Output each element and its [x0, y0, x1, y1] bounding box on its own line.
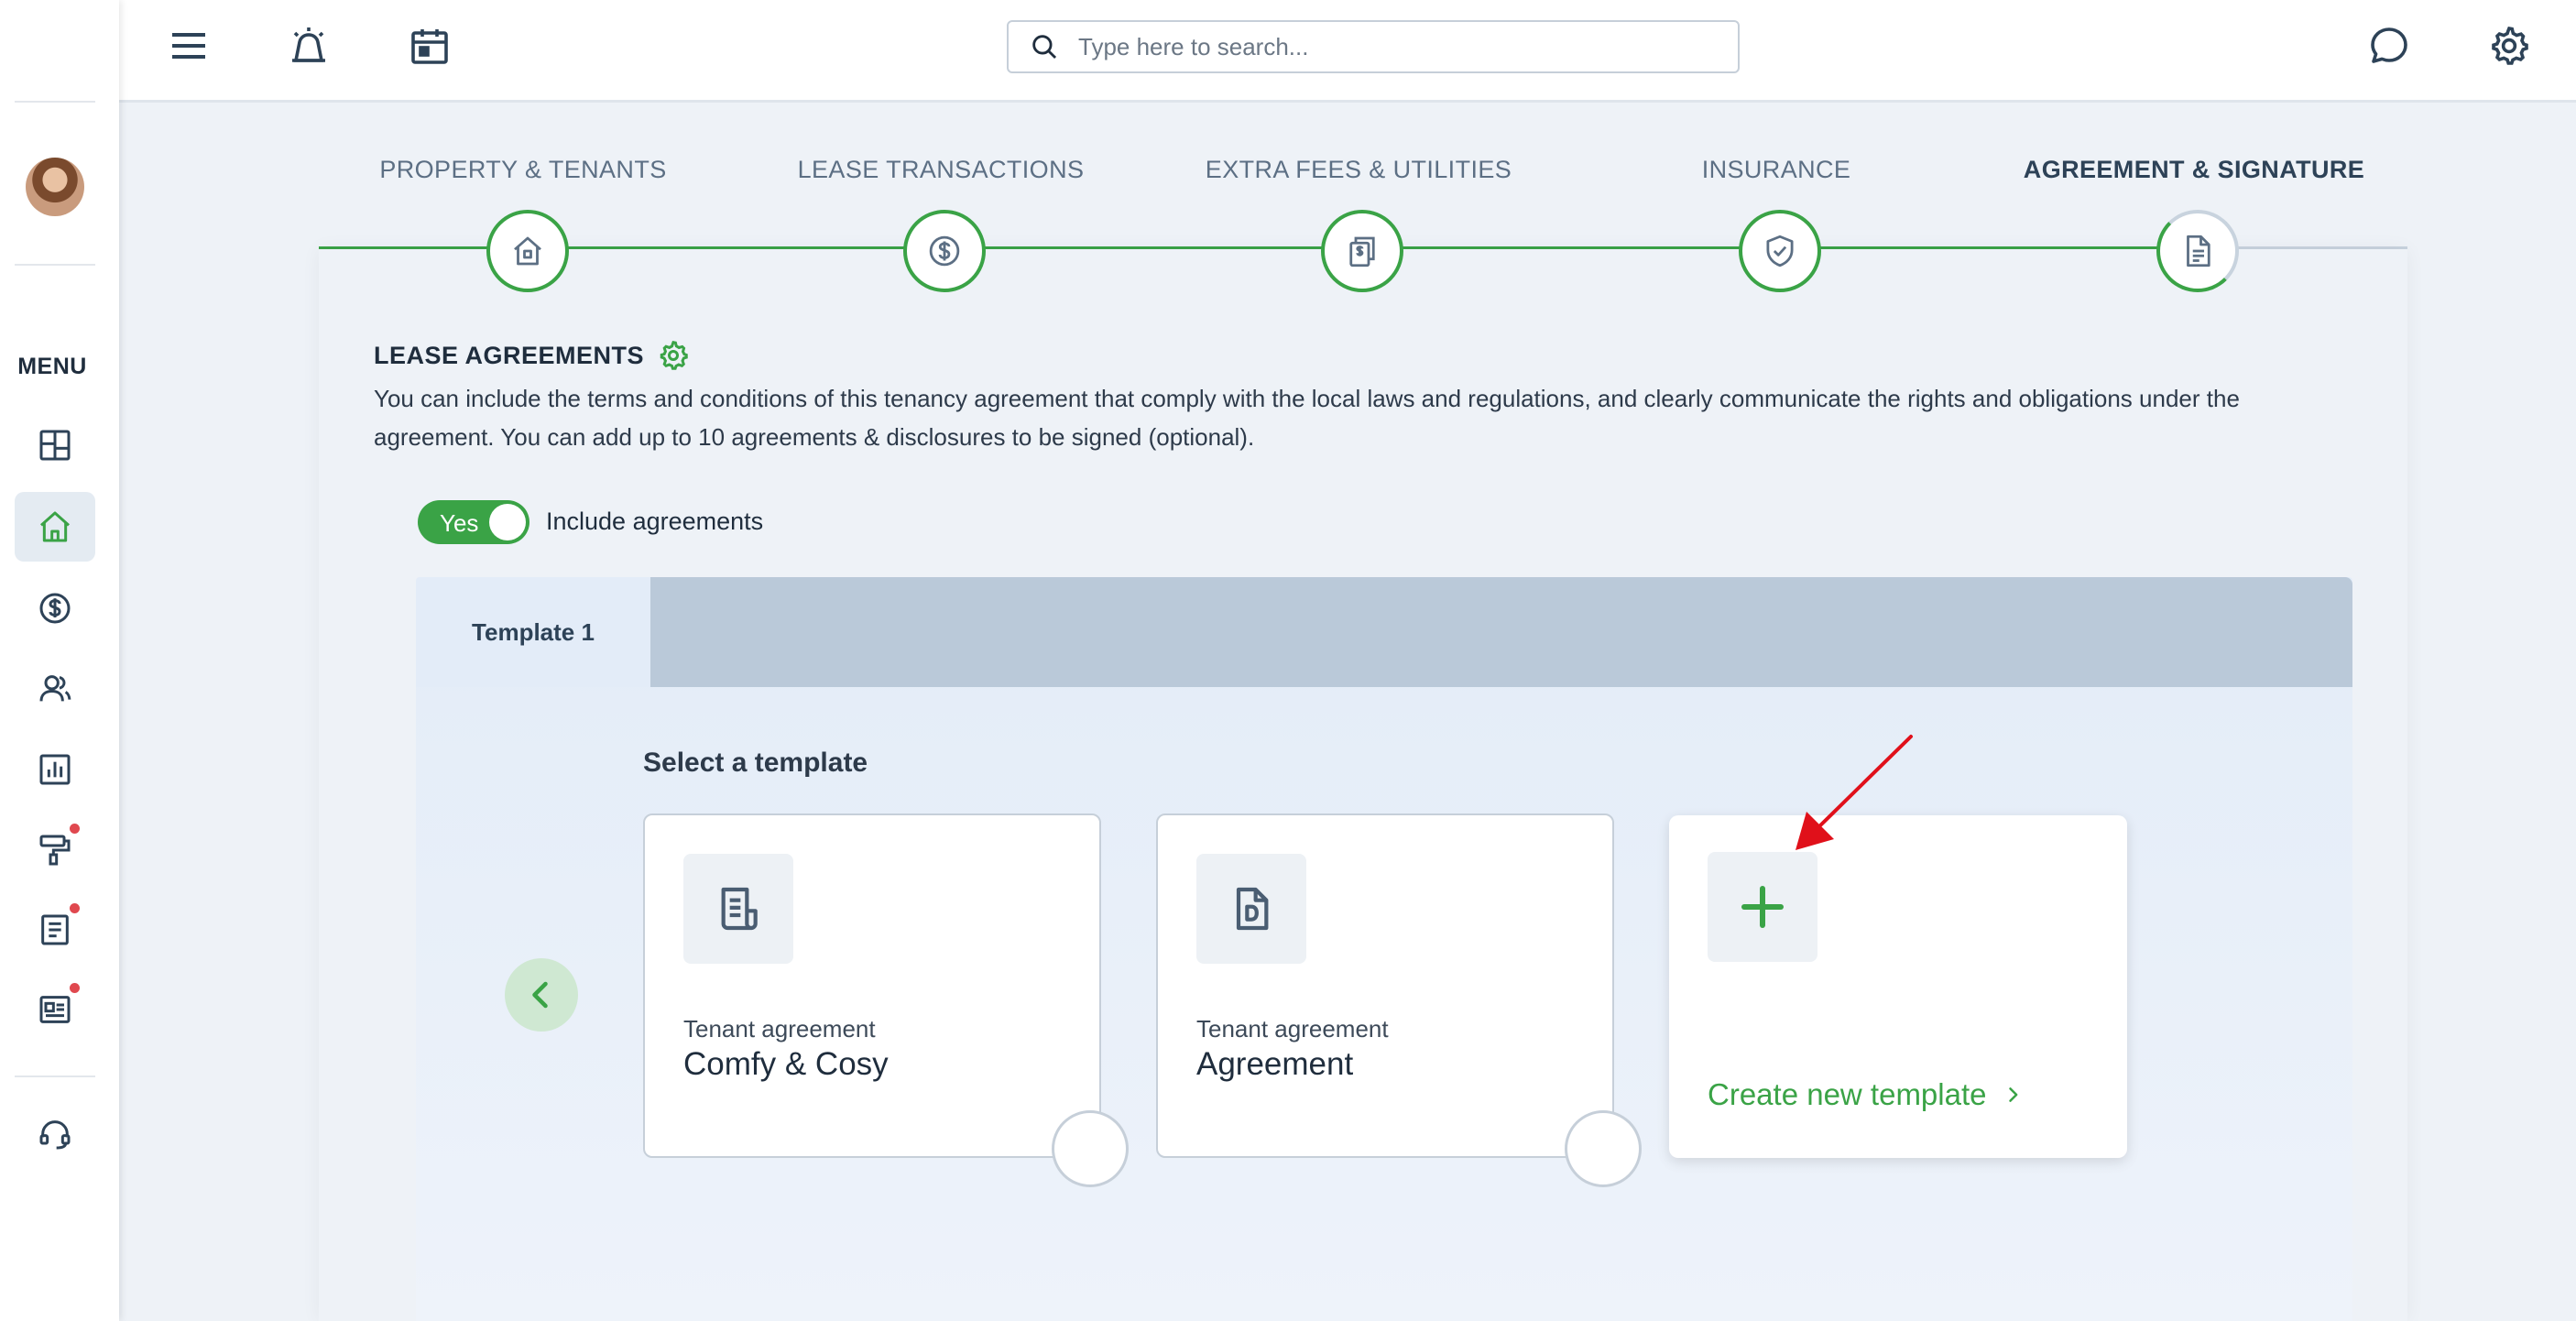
- sidebar-item-documents[interactable]: [15, 895, 95, 965]
- gear-icon[interactable]: [657, 339, 690, 372]
- document-lines-icon: [721, 887, 758, 931]
- fees-icon: [1349, 236, 1375, 267]
- template-subtitle: Tenant agreement: [683, 1015, 876, 1043]
- step-label-insurance[interactable]: INSURANCE: [1702, 156, 1851, 184]
- tab-template-1[interactable]: Template 1: [416, 577, 650, 687]
- step-label-lease-transactions[interactable]: LEASE TRANSACTIONS: [798, 156, 1085, 184]
- annotation-arrow-icon: [1796, 735, 1913, 850]
- include-agreements-toggle[interactable]: Yes: [418, 500, 529, 544]
- template-radio[interactable]: [1565, 1110, 1642, 1187]
- template-card[interactable]: Tenant agreement Agreement: [1156, 813, 1614, 1158]
- maintenance-icon: [39, 835, 71, 866]
- step-lease-transactions[interactable]: [903, 210, 986, 292]
- shield-icon: [1766, 235, 1794, 267]
- settings-button[interactable]: [2485, 22, 2533, 70]
- home-icon: [40, 511, 70, 542]
- menu-label: MENU: [17, 354, 87, 379]
- reports-icon: [39, 754, 71, 785]
- sidebar-item-dashboard[interactable]: [15, 410, 95, 480]
- previous-templates-button[interactable]: [505, 958, 578, 1032]
- gear-icon: [2492, 26, 2528, 65]
- house-icon: [514, 236, 541, 266]
- sidebar-item-properties[interactable]: [15, 492, 95, 562]
- step-property-tenants[interactable]: [486, 210, 569, 292]
- sidebar-item-support[interactable]: [15, 1099, 95, 1169]
- hamburger-menu-button[interactable]: [165, 22, 213, 70]
- sidebar-item-accounting[interactable]: [15, 573, 95, 643]
- step-label-property-tenants[interactable]: PROPERTY & TENANTS: [379, 156, 666, 184]
- logo[interactable]: [22, 27, 77, 64]
- template-name: Comfy & Cosy: [683, 1046, 889, 1082]
- tab-bar: [650, 577, 2352, 687]
- headset-icon: [39, 1120, 71, 1150]
- notification-badge: [70, 983, 80, 993]
- section-title: LEASE AGREEMENTS: [374, 341, 645, 369]
- search-input[interactable]: [1078, 32, 1719, 61]
- search-bar[interactable]: [1007, 20, 1740, 73]
- sidebar-divider: [15, 101, 95, 103]
- dollar-icon: [39, 593, 71, 624]
- step-agreement-signature[interactable]: [2156, 210, 2239, 292]
- plus-icon: [1741, 886, 1784, 928]
- alarm-button[interactable]: [285, 22, 333, 70]
- template-thumbnail: [683, 854, 793, 964]
- calendar-button[interactable]: [406, 22, 453, 70]
- sidebar: MENU: [0, 0, 119, 1321]
- template-subtitle: Tenant agreement: [1196, 1015, 1389, 1043]
- document-d-icon: [1236, 887, 1269, 931]
- step-label-agreement-signature[interactable]: AGREEMENT & SIGNATURE: [2024, 156, 2364, 184]
- create-template-card[interactable]: Create new template: [1669, 815, 2127, 1158]
- template-thumbnail: [1196, 854, 1306, 964]
- template-card[interactable]: Tenant agreement Comfy & Cosy: [643, 813, 1101, 1158]
- select-template-title: Select a template: [643, 748, 868, 778]
- chat-icon: [2371, 27, 2407, 63]
- sidebar-divider: [15, 1075, 95, 1077]
- toggle-label: Include agreements: [546, 508, 764, 535]
- template-name: Agreement: [1196, 1046, 1354, 1082]
- create-template-label: Create new template: [1708, 1077, 1987, 1111]
- dashboard-icon: [39, 430, 71, 461]
- step-label-extra-fees[interactable]: EXTRA FEES & UTILITIES: [1206, 156, 1512, 184]
- toggle-knob: [489, 504, 526, 540]
- section-header: LEASE AGREEMENTS: [374, 339, 690, 372]
- sidebar-item-listings[interactable]: [15, 975, 95, 1044]
- template-radio[interactable]: [1052, 1110, 1129, 1187]
- step-extra-fees[interactable]: [1321, 210, 1403, 292]
- sidebar-item-maintenance[interactable]: [15, 815, 95, 885]
- alarm-icon: [292, 27, 325, 62]
- sidebar-item-reports[interactable]: [15, 735, 95, 804]
- chevron-right-icon: [2008, 1087, 2017, 1102]
- sidebar-divider: [15, 264, 95, 266]
- toggle-value: Yes: [440, 509, 479, 537]
- calendar-icon: [411, 29, 448, 64]
- step-insurance[interactable]: [1739, 210, 1821, 292]
- sidebar-item-people[interactable]: [15, 654, 95, 724]
- documents-icon: [41, 914, 69, 945]
- chat-button[interactable]: [2365, 22, 2413, 70]
- avatar[interactable]: [26, 158, 84, 216]
- users-icon: [39, 675, 71, 702]
- listings-icon: [39, 996, 71, 1023]
- search-icon: [1032, 35, 1057, 60]
- top-bar: [119, 0, 2576, 103]
- chevron-left-icon: [532, 981, 548, 1009]
- create-template-link[interactable]: Create new template: [1708, 1077, 2022, 1112]
- hamburger-icon: [172, 33, 205, 59]
- create-thumbnail: [1708, 852, 1817, 962]
- document-icon: [2187, 235, 2210, 267]
- section-description: You can include the terms and conditions…: [374, 385, 2240, 451]
- notification-badge: [70, 824, 80, 834]
- notification-badge: [70, 903, 80, 913]
- dollar-icon: [929, 235, 960, 267]
